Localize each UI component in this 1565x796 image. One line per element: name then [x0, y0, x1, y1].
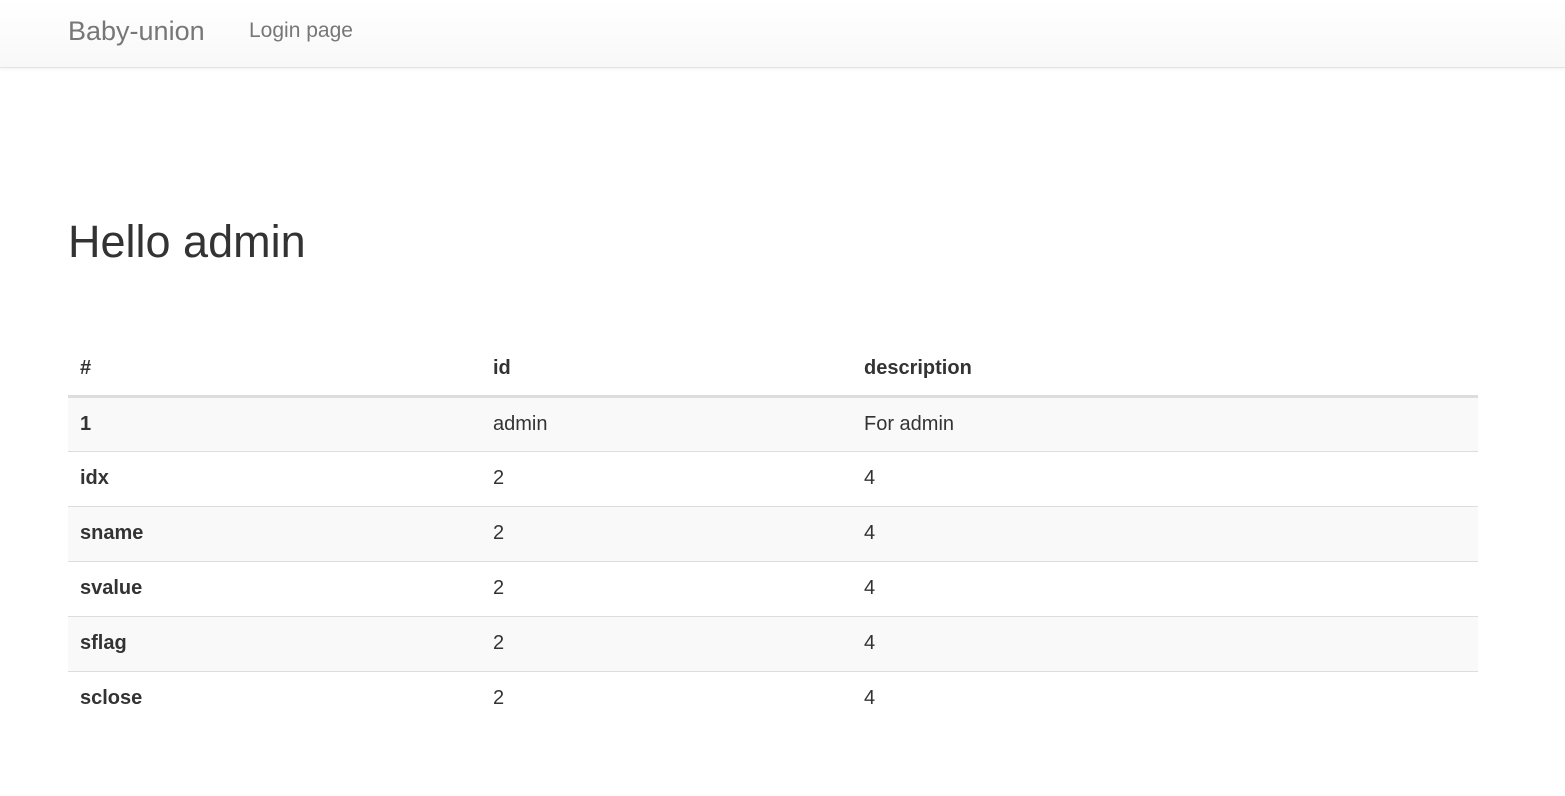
table-cell-number: svalue — [68, 560, 481, 616]
table-cell-description: 4 — [852, 615, 1478, 671]
table-cell-id: admin — [493, 412, 548, 435]
table-row: 1 admin For admin — [68, 396, 1478, 451]
page-title: Hello admin — [68, 216, 306, 267]
table-cell-id: 2 — [481, 670, 852, 726]
column-header-id: id — [481, 343, 852, 398]
brand-link[interactable]: Baby-union — [68, 14, 205, 48]
table-cell-id: 2 — [481, 615, 852, 671]
column-header-description: description — [852, 343, 1478, 398]
table-row: idx 2 4 — [68, 450, 1478, 506]
table-cell-description: 4 — [852, 670, 1478, 726]
table-row: sflag 2 4 — [68, 615, 1478, 671]
table-cell-number: idx — [68, 450, 481, 506]
top-navbar: Baby-union Login page — [0, 0, 1565, 68]
table-row: svalue 2 4 — [68, 560, 1478, 616]
table-cell-id: 2 — [481, 505, 852, 561]
table-cell-number: sname — [68, 505, 481, 561]
table-row: sname 2 4 — [68, 505, 1478, 561]
table-cell-id: 2 — [481, 450, 852, 506]
table-cell-number: sflag — [68, 615, 481, 671]
table-cell-description: For admin — [864, 412, 955, 435]
table-cell-description: 4 — [852, 450, 1478, 506]
table-cell-number: sclose — [68, 670, 481, 726]
table-header-row: # id description — [68, 343, 1478, 398]
table-cell-id: 2 — [481, 560, 852, 616]
table-cell-description: 4 — [852, 505, 1478, 561]
nav-link-login-page[interactable]: Login page — [249, 17, 353, 45]
table-header: # id description — [68, 343, 1478, 398]
column-header-number: # — [68, 343, 481, 398]
table-cell-number: 1 — [80, 412, 92, 435]
table-cell-description: 4 — [852, 560, 1478, 616]
table-row: sclose 2 4 — [68, 670, 1478, 726]
data-table: # id description 1 admin For admin idx 2… — [68, 343, 1478, 726]
table-body: 1 admin For admin idx 2 4 sname 2 4 sval… — [68, 396, 1478, 726]
